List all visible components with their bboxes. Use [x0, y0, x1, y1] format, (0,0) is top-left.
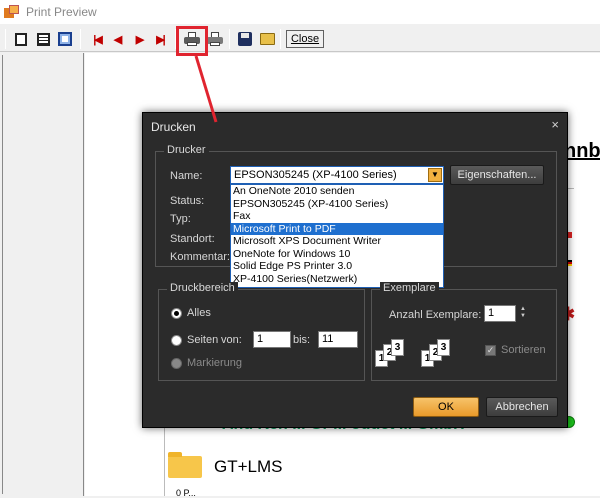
annotation-arrow [194, 55, 218, 123]
